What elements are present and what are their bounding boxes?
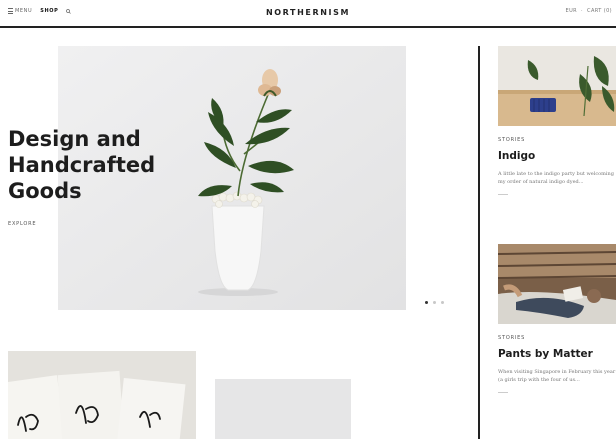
story-excerpt: A little late to the indigo party but we… (498, 171, 614, 185)
brand-logo[interactable]: NORTHERNISM (0, 8, 616, 17)
carousel-dot-2[interactable] (433, 301, 436, 304)
carousel-dots (425, 301, 444, 304)
story-title-indigo[interactable]: Indigo (498, 150, 616, 162)
top-navigation-bar: MENU SHOP NORTHERNISM EUR · CART (0) (0, 0, 616, 28)
product-image-blank[interactable] (215, 379, 351, 439)
currency-selector[interactable]: EUR (566, 8, 578, 14)
story-divider (498, 392, 508, 393)
column-divider (478, 46, 480, 439)
story-category: STORIES (498, 335, 526, 341)
carousel-dot-1[interactable] (425, 301, 428, 304)
product-image-cards[interactable] (8, 351, 196, 439)
story-image-indigo[interactable] (498, 46, 616, 126)
nav-separator: · (581, 8, 584, 14)
carousel-dot-3[interactable] (441, 301, 444, 304)
story-image-pants[interactable] (498, 244, 616, 324)
cart-link[interactable]: CART (0) (587, 8, 612, 14)
story-divider (498, 194, 508, 195)
story-title-pants-by-matter[interactable]: Pants by Matter (498, 348, 616, 360)
story-card-indigo[interactable]: STORIES Indigo A little late to the indi… (498, 46, 616, 195)
explore-link[interactable]: EXPLORE (8, 221, 36, 227)
story-excerpt: When visiting Singapore in February this… (498, 369, 616, 383)
hero-title: Design and Handcrafted Goods (8, 127, 156, 203)
story-category: STORIES (498, 137, 526, 143)
nav-right: EUR · CART (0) (566, 8, 612, 14)
story-card-pants-by-matter[interactable]: STORIES Pants by Matter When visiting Si… (498, 244, 616, 393)
